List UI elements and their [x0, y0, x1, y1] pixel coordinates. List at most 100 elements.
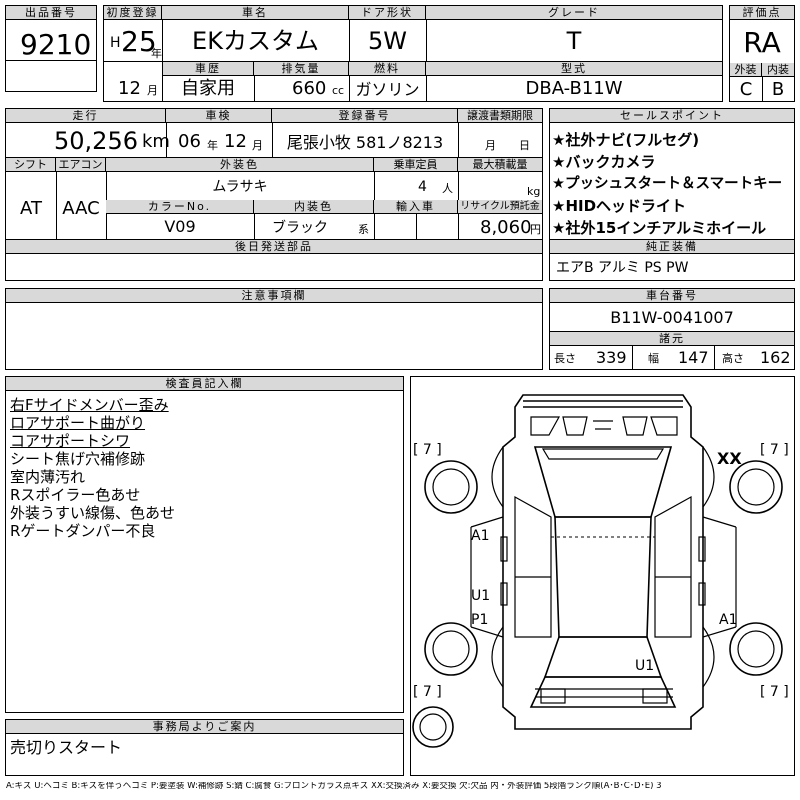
car-name: EKカスタム — [192, 27, 319, 55]
notes-label: 注意事項欄 — [6, 289, 542, 303]
dims-label: 諸元 — [550, 331, 794, 346]
tire-fr-depth: [ 7 ] — [760, 442, 789, 458]
car-diagram-box: [ 7 ] [ 7 ] [ 7 ] [ 7 ] XX A1 U1 P1 A1 U… — [410, 376, 795, 776]
mark-u1-left: U1 — [471, 588, 491, 604]
score: RA — [743, 26, 781, 59]
tire-rl-depth: [ 7 ] — [413, 684, 442, 700]
month-unit: 月 — [147, 84, 158, 97]
score-label: 評価点 — [730, 6, 794, 20]
registration-grid: 走行 車検 登録番号 譲渡書類期限 50,256 km 06 年 12 月 尾張… — [5, 108, 543, 159]
kei-unit: 系 — [358, 223, 369, 236]
transfer-month-unit: 月 — [485, 139, 496, 152]
inspection-label: 車検 — [166, 109, 272, 123]
lot-number: 9210 — [20, 28, 92, 61]
office-label: 事務局よりご案内 — [6, 720, 403, 734]
notes-box: 注意事項欄 — [5, 288, 543, 370]
max-load-label: 最大積載量 — [458, 158, 542, 172]
capacity-label: 乗車定員 — [374, 158, 458, 172]
kg-unit: kg — [527, 185, 541, 198]
car-name-label: 車名 — [162, 6, 349, 20]
mileage-label: 走行 — [6, 109, 166, 123]
cc-unit: cc — [332, 84, 345, 97]
transfer-day-unit: 日 — [519, 139, 530, 152]
chassis-number: B11W-0041007 — [610, 308, 734, 327]
shift: AT — [20, 198, 42, 219]
inspection-year-unit: 年 — [207, 139, 218, 152]
era: H — [110, 35, 121, 51]
lot-box: 出品番号 9210 — [5, 5, 97, 92]
first-reg-month: 12 — [118, 78, 141, 99]
sales-points-list: ★社外ナビ(フルセグ) ★バックカメラ ★プッシュスタート＆スマートキー ★HI… — [552, 129, 794, 239]
mark-xx: XX — [717, 449, 742, 468]
model: DBA-B11W — [525, 78, 623, 99]
km-unit: km — [142, 131, 170, 152]
fuel-label: 燃料 — [349, 62, 426, 76]
width-label: 幅 — [648, 352, 659, 365]
inspector-note: 外装うすい線傷、色あせ — [10, 504, 176, 522]
plate-label: 登録番号 — [272, 109, 458, 123]
chassis-box: 車台番号 B11W-0041007 諸元 長さ 339 幅 147 高さ 162 — [549, 288, 795, 370]
inspector-note: ロアサポート曲がり — [10, 414, 146, 432]
interior-score: B — [771, 79, 785, 100]
door-label: ドア形状 — [349, 6, 426, 20]
later-parts-box: 後日発送部品 — [5, 240, 543, 281]
import-label: 輸入車 — [374, 200, 458, 214]
office-note: 売切りスタート — [10, 738, 123, 757]
color-no: V09 — [164, 217, 196, 236]
ext-color: ムラサキ — [212, 179, 268, 195]
sales-point-item: ★バックカメラ — [552, 153, 656, 171]
inspector-label: 検査員記入欄 — [6, 377, 403, 391]
length-value: 339 — [596, 348, 627, 367]
lot-label: 出品番号 — [6, 6, 96, 20]
door-type: 5W — [368, 27, 407, 55]
options-label: 純正装備 — [550, 240, 794, 254]
options-text: エアB アルミ PS PW — [556, 260, 689, 276]
transfer-label: 譲渡書類期限 — [458, 109, 542, 123]
mark-a1-right: A1 — [719, 612, 738, 628]
sales-point-item: ★社外ナビ(フルセグ) — [552, 131, 700, 149]
int-color-label: 内装色 — [254, 200, 374, 214]
length-label: 長さ — [554, 352, 576, 365]
grade-label: グレード — [426, 6, 722, 20]
sales-point-item: ★HIDヘッドライト — [552, 197, 687, 215]
header-second-grid: 車歴 排気量 燃料 型式 12 月 自家用 660 cc ガソリン DBA-B1… — [103, 62, 723, 102]
inspector-box: 検査員記入欄 右Fサイドメンバー歪み ロアサポート曲がり コアサポートシワ シー… — [5, 376, 404, 713]
inspector-note: コアサポートシワ — [10, 432, 131, 450]
displacement: 660 — [292, 78, 327, 99]
inspector-notes-list: 右Fサイドメンバー歪み ロアサポート曲がり コアサポートシワ シート焦げ穴補修跡… — [10, 396, 175, 540]
tire-rr-depth: [ 7 ] — [760, 684, 789, 700]
interior-score-label: 内装 — [762, 63, 794, 77]
inspector-note: Rゲートダンパー不良 — [10, 522, 156, 540]
int-color: ブラック — [272, 220, 328, 236]
plate-number: 尾張小牧 581ノ8213 — [286, 133, 444, 152]
office-box: 事務局よりご案内 売切りスタート — [5, 719, 404, 776]
later-parts-label: 後日発送部品 — [6, 240, 542, 254]
inspector-note: シート焦げ穴補修跡 — [10, 450, 146, 468]
aircon: AAC — [62, 198, 100, 219]
tire-fl-depth: [ 7 ] — [413, 442, 442, 458]
grade: T — [566, 27, 582, 55]
inspection-month: 12 — [224, 131, 247, 152]
shift-label: シフト — [6, 158, 56, 172]
inspector-note: 右Fサイドメンバー歪み — [10, 396, 169, 414]
color-no-label: カラーNo. — [106, 200, 254, 214]
height-value: 162 — [760, 348, 791, 367]
exterior-score: C — [739, 79, 753, 100]
options-box: 純正装備 エアB アルミ PS PW — [549, 240, 795, 281]
first-reg-label: 初度登録 — [104, 6, 162, 20]
capacity: 4 — [418, 179, 427, 195]
displacement-label: 排気量 — [254, 62, 349, 76]
people-unit: 人 — [442, 182, 453, 195]
mileage: 50,256 — [54, 127, 138, 155]
mark-a1-left: A1 — [471, 528, 490, 544]
model-label: 型式 — [426, 62, 722, 76]
header-top-grid: 初度登録 車名 ドア形状 グレード H 25 年 EKカスタム 5W T — [103, 5, 723, 63]
spec-grid: シフト エアコン 外装色 乗車定員 最大積載量 AT AAC ムラサキ 4 人 … — [5, 158, 543, 240]
recycle-label: リサイクル預託金 — [458, 200, 542, 214]
sales-points-box: セールスポイント ★社外ナビ(フルセグ) ★バックカメラ ★プッシュスタート＆ス… — [549, 108, 795, 240]
history-label: 車歴 — [162, 62, 254, 76]
mark-p1-left: P1 — [471, 612, 489, 628]
sales-point-item: ★社外15インチアルミホイール — [552, 219, 767, 237]
exterior-score-label: 外装 — [730, 63, 762, 77]
recycle-fee: 8,060 — [480, 217, 532, 238]
